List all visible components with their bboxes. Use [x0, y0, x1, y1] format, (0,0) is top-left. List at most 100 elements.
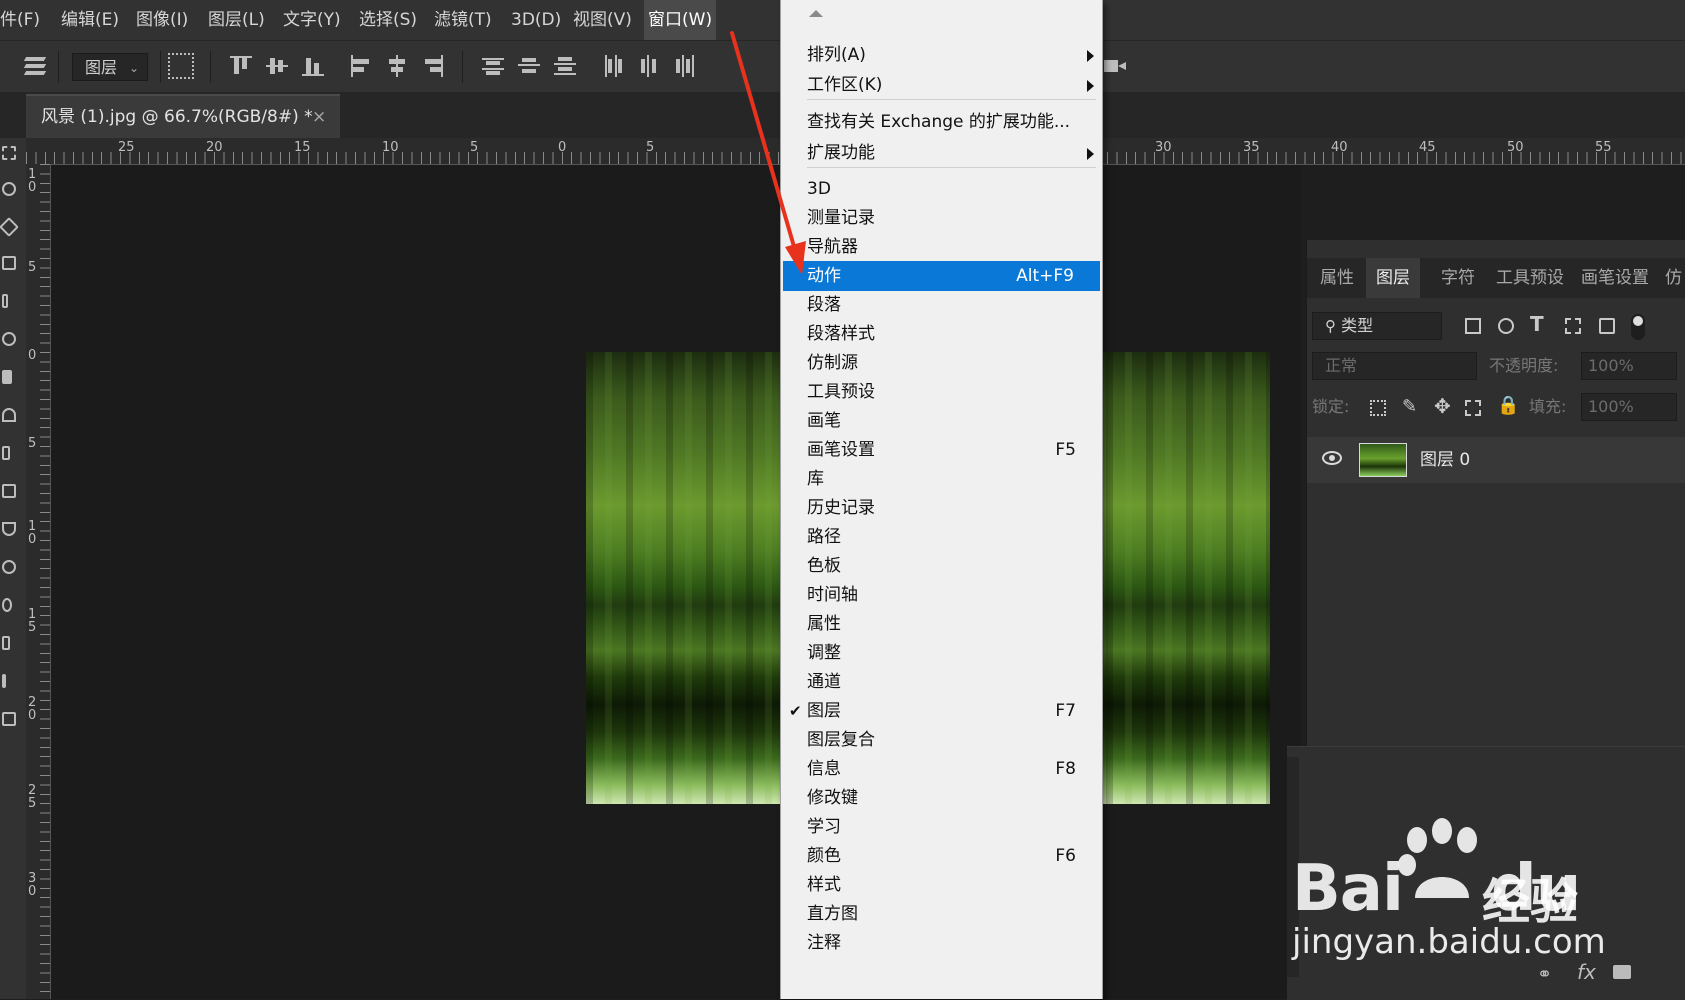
menu-window[interactable]: 窗口(W)	[644, 0, 717, 40]
menu-item[interactable]: 画笔设置 F5	[781, 435, 1102, 465]
filter-toggle[interactable]	[1631, 314, 1645, 340]
menu-3d[interactable]: 3D(D)	[511, 0, 561, 40]
tab-layers[interactable]: 图层	[1366, 258, 1420, 298]
blur-tool-icon[interactable]	[2, 560, 16, 574]
pen-tool-icon[interactable]	[2, 636, 10, 650]
menu-item[interactable]: 导航器	[781, 232, 1102, 262]
document-tab[interactable]: 风景 (1).jpg @ 66.7%(RGB/8#) * ×	[26, 94, 340, 138]
align-right-icon[interactable]	[420, 53, 446, 79]
blend-mode-dropdown[interactable]: 正常	[1312, 352, 1477, 380]
align-top-icon[interactable]	[228, 53, 254, 79]
type-tool-icon[interactable]	[2, 674, 6, 688]
menu-item[interactable]: 库	[781, 464, 1102, 494]
lock-position-icon[interactable]: ✥	[1434, 394, 1451, 418]
auto-select-dropdown[interactable]: 图层 ⌄	[72, 53, 148, 81]
menu-item[interactable]: 修改键	[781, 783, 1102, 813]
image-filter-icon[interactable]	[1465, 318, 1481, 334]
menu-item[interactable]: 图层复合	[781, 725, 1102, 755]
menu-item[interactable]: 学习	[781, 812, 1102, 842]
close-icon[interactable]: ×	[312, 96, 326, 138]
menu-filter[interactable]: 滤镜(T)	[434, 0, 492, 40]
crop-tool-icon[interactable]	[2, 256, 16, 270]
opacity-field[interactable]: 100%	[1581, 352, 1677, 380]
menu-item[interactable]: 时间轴	[781, 580, 1102, 610]
layer-row[interactable]: 图层 0	[1307, 437, 1685, 483]
shape-filter-icon[interactable]	[1565, 318, 1581, 334]
menu-item[interactable]: 测量记录	[781, 203, 1102, 233]
menu-edit[interactable]: 编辑(E)	[61, 0, 119, 40]
distribute-right-icon[interactable]	[672, 53, 698, 79]
menu-item[interactable]: 仿制源	[781, 348, 1102, 378]
distribute-hcenter-icon[interactable]	[636, 53, 662, 79]
mask-icon[interactable]	[1613, 965, 1631, 979]
lock-pixels-icon[interactable]: ✎	[1402, 396, 1417, 417]
menu-item[interactable]: 排列(A)	[781, 40, 1102, 70]
lasso-tool-icon[interactable]	[2, 182, 16, 196]
type-filter-icon[interactable]: T	[1530, 312, 1544, 336]
menu-item[interactable]: 工具预设	[781, 377, 1102, 407]
history-brush-tool-icon[interactable]	[2, 446, 10, 460]
menu-item[interactable]: 查找有关 Exchange 的扩展功能...	[781, 107, 1102, 137]
eyedropper-tool-icon[interactable]	[2, 294, 8, 308]
video-camera-icon[interactable]	[1102, 53, 1128, 79]
menu-layer[interactable]: 图层(L)	[208, 0, 265, 40]
healing-tool-icon[interactable]	[2, 332, 16, 346]
lock-all-icon[interactable]: 🔒	[1497, 395, 1519, 416]
menu-item[interactable]: 段落	[781, 290, 1102, 320]
tab-character[interactable]: 字符	[1441, 258, 1475, 298]
distribute-top-icon[interactable]	[480, 53, 506, 79]
align-bottom-icon[interactable]	[300, 53, 326, 79]
menu-type[interactable]: 文字(Y)	[283, 0, 341, 40]
menu-item[interactable]: 属性	[781, 609, 1102, 639]
tab-properties[interactable]: 属性	[1320, 258, 1354, 298]
adjustment-filter-icon[interactable]	[1498, 318, 1514, 334]
distribute-bottom-icon[interactable]	[552, 53, 578, 79]
menu-item[interactable]: 注释	[781, 928, 1102, 958]
distribute-left-icon[interactable]	[600, 53, 626, 79]
menu-item[interactable]: 动作 Alt+F9	[783, 261, 1100, 291]
menu-item[interactable]: 段落样式	[781, 319, 1102, 349]
layer-name[interactable]: 图层 0	[1420, 437, 1470, 483]
menu-item[interactable]: 样式	[781, 870, 1102, 900]
lock-transparency-icon[interactable]	[1370, 400, 1386, 416]
layer-filter-dropdown[interactable]: ⚲ 类型	[1312, 312, 1442, 340]
distribute-vcenter-icon[interactable]	[516, 53, 542, 79]
menu-item[interactable]: 3D	[781, 174, 1102, 204]
menu-item[interactable]: 颜色 F6	[781, 841, 1102, 871]
fill-field[interactable]: 100%	[1581, 393, 1677, 421]
smart-object-filter-icon[interactable]	[1599, 318, 1615, 334]
eraser-tool-icon[interactable]	[2, 484, 16, 498]
menu-item[interactable]: 色板	[781, 551, 1102, 581]
fx-icon[interactable]: fx	[1577, 960, 1596, 984]
menu-item[interactable]: 历史记录	[781, 493, 1102, 523]
align-vcenter-icon[interactable]	[264, 53, 290, 79]
menu-item[interactable]: 调整	[781, 638, 1102, 668]
menu-item[interactable]: 工作区(K)	[781, 70, 1102, 100]
menu-item[interactable]: 直方图	[781, 899, 1102, 929]
scroll-up-icon[interactable]	[809, 10, 823, 17]
lock-artboard-icon[interactable]	[1465, 400, 1481, 416]
menu-item[interactable]: 通道	[781, 667, 1102, 697]
align-hcenter-icon[interactable]	[384, 53, 410, 79]
menu-select[interactable]: 选择(S)	[359, 0, 417, 40]
menu-image[interactable]: 图像(I)	[136, 0, 188, 40]
shape-tool-icon[interactable]	[2, 712, 16, 726]
menu-item[interactable]: ✔ 图层 F7	[781, 696, 1102, 726]
tab-tool-presets[interactable]: 工具预设	[1496, 258, 1564, 298]
brush-tool-icon[interactable]	[2, 370, 12, 384]
eye-icon[interactable]	[1322, 451, 1342, 465]
menu-view[interactable]: 视图(V)	[573, 0, 632, 40]
tab-brush-settings[interactable]: 画笔设置	[1581, 258, 1649, 298]
gradient-tool-icon[interactable]	[2, 522, 16, 536]
link-icon[interactable]: ⚭	[1537, 964, 1552, 985]
menu-item[interactable]: 扩展功能	[781, 138, 1102, 168]
transform-controls-icon[interactable]	[168, 53, 194, 79]
clone-stamp-tool-icon[interactable]	[2, 408, 16, 422]
align-left-icon[interactable]	[348, 53, 374, 79]
marquee-tool-icon[interactable]	[2, 146, 16, 160]
dodge-tool-icon[interactable]	[2, 598, 12, 612]
quick-select-tool-icon[interactable]	[0, 217, 19, 237]
menu-item[interactable]: 画笔	[781, 406, 1102, 436]
menu-item[interactable]: 路径	[781, 522, 1102, 552]
menu-item[interactable]: 信息 F8	[781, 754, 1102, 784]
